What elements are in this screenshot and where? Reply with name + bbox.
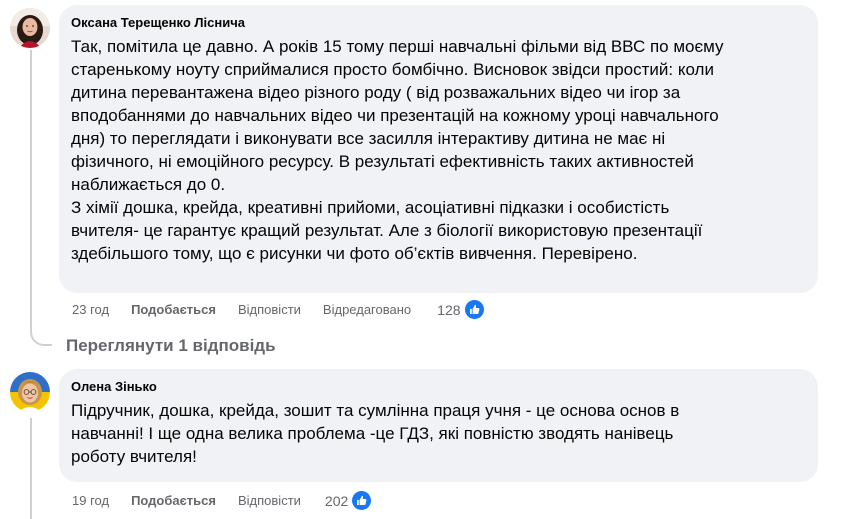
comment-actions: 23 год Подобається Відповісти Відредагов… [72, 300, 484, 319]
comment-bubble: Олена Зінько Підручник, дошка, крейда, з… [59, 369, 818, 482]
comment-timestamp[interactable]: 23 год [72, 302, 109, 318]
reply-button[interactable]: Відповісти [238, 302, 301, 318]
thread-connector-line [30, 418, 32, 519]
reaction-summary[interactable]: 128 [437, 300, 484, 319]
like-button[interactable]: Подобається [131, 302, 216, 318]
comment-timestamp[interactable]: 19 год [72, 493, 109, 509]
comment-author-name[interactable]: Оксана Терещенко Ліснича [71, 15, 245, 31]
comment-bubble: Оксана Терещенко Ліснича Так, помітила ц… [59, 5, 818, 293]
reaction-count: 128 [437, 301, 461, 318]
thread-connector-line [30, 50, 32, 332]
avatar[interactable] [10, 372, 50, 412]
like-button[interactable]: Подобається [131, 493, 216, 509]
comment-text: Так, помітила це давно. А років 15 тому … [71, 37, 724, 263]
comment-text: Підручник, дошка, крейда, зошит та сумлі… [71, 401, 680, 466]
profile-avatar-icon [10, 372, 50, 412]
reaction-summary[interactable]: 202 [324, 491, 372, 510]
reaction-count: 202 [324, 492, 349, 509]
comment-actions: 19 год Подобається Відповісти 202 [72, 491, 372, 510]
edited-label[interactable]: Відредаговано [323, 302, 411, 318]
comments-section: Оксана Терещенко Ліснича Так, помітила ц… [0, 0, 867, 519]
comment-author-name[interactable]: Олена Зінько [71, 379, 157, 395]
view-replies-link[interactable]: Переглянути 1 відповідь [66, 335, 276, 357]
profile-avatar-icon [10, 8, 50, 48]
like-icon [352, 491, 372, 510]
thread-connector-curve [30, 316, 52, 346]
avatar[interactable] [10, 8, 50, 48]
reply-button[interactable]: Відповісти [238, 493, 301, 509]
like-icon [464, 300, 484, 319]
